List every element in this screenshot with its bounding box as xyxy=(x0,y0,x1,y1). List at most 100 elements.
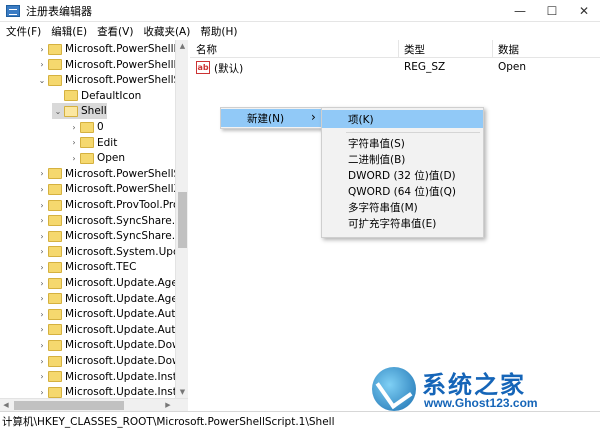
menu-favorites[interactable]: 收藏夹(A) xyxy=(139,24,194,39)
tree-item-label: Microsoft.TEC xyxy=(65,261,137,274)
window-title: 注册表编辑器 xyxy=(26,4,92,18)
folder-icon xyxy=(48,293,62,305)
tree-item[interactable]: › Open xyxy=(68,150,125,166)
collapse-arrow-icon[interactable]: › xyxy=(36,310,48,319)
menu-edit[interactable]: 编辑(E) xyxy=(47,24,91,39)
tree-item[interactable]: › Microsoft.Update.AutoU xyxy=(36,306,188,322)
submenu-item-multi-string-value[interactable]: 多字符串值(M) xyxy=(322,199,483,215)
menu-help[interactable]: 帮助(H) xyxy=(196,24,241,39)
folder-icon xyxy=(48,261,62,273)
submenu-item-qword-value[interactable]: QWORD (64 位)值(Q) xyxy=(322,183,483,199)
collapse-arrow-icon[interactable]: › xyxy=(36,232,48,241)
collapse-arrow-icon[interactable]: › xyxy=(36,357,48,366)
collapse-arrow-icon[interactable]: › xyxy=(36,325,48,334)
submenu-item-expandable-string-value[interactable]: 可扩充字符串值(E) xyxy=(322,215,483,231)
tree-item-label: Microsoft.Update.AutoU xyxy=(65,308,188,321)
tree-item[interactable]: › Microsoft.Update.Install xyxy=(36,384,188,398)
scroll-thumb[interactable] xyxy=(178,192,187,248)
folder-icon xyxy=(48,74,62,86)
collapse-arrow-icon[interactable]: › xyxy=(36,201,48,210)
folder-icon xyxy=(80,137,94,149)
tree-item-label: Microsoft.Update.Agent xyxy=(65,277,188,289)
folder-icon xyxy=(64,90,78,102)
registry-editor-icon xyxy=(6,4,20,17)
submenu-item-binary-value[interactable]: 二进制值(B) xyxy=(322,151,483,167)
tree-item-label: Microsoft.SyncShare.Syr xyxy=(65,214,188,227)
tree-item[interactable]: › Microsoft.PowerShellXM xyxy=(36,181,187,197)
scroll-up-icon[interactable]: ▲ xyxy=(176,40,189,52)
tree-item[interactable]: › Microsoft.TEC xyxy=(36,259,137,275)
watermark-url: www.Ghost123.com xyxy=(424,396,538,410)
menu-view[interactable]: 查看(V) xyxy=(93,24,137,39)
column-header-name[interactable]: 名称 xyxy=(196,42,217,57)
tree-item[interactable]: › Microsoft.PowerShellDa xyxy=(36,41,187,57)
submenu-item-key[interactable]: 项(K) xyxy=(322,110,483,128)
tree-item[interactable]: ⌄ Shell xyxy=(52,103,107,120)
submenu-arrow-icon: › xyxy=(311,110,316,124)
tree-item[interactable]: › Microsoft.Update.Install xyxy=(36,369,188,385)
collapse-arrow-icon[interactable]: › xyxy=(36,247,48,256)
column-header-data[interactable]: 数据 xyxy=(498,42,519,57)
tree-item[interactable]: › Microsoft.Update.AutoU xyxy=(36,322,187,338)
minimize-button[interactable]: — xyxy=(504,0,536,22)
collapse-arrow-icon[interactable]: › xyxy=(36,279,48,288)
horizontal-scroll-thumb[interactable] xyxy=(14,401,124,410)
tree-item-label: Microsoft.Update.Install xyxy=(65,386,188,398)
collapse-arrow-icon[interactable]: › xyxy=(36,263,48,272)
menu-file[interactable]: 文件(F) xyxy=(2,24,45,39)
expand-arrow-icon[interactable]: ⌄ xyxy=(36,76,48,85)
tree-item[interactable]: ⌄ Microsoft.PowerShellScr xyxy=(36,72,187,88)
collapse-arrow-icon[interactable]: › xyxy=(36,185,48,194)
collapse-arrow-icon[interactable]: › xyxy=(36,216,48,225)
tree-item-label: Microsoft.System.Updat xyxy=(65,245,188,258)
value-type: REG_SZ xyxy=(404,61,446,73)
tree-item[interactable]: › Microsoft.System.Updat xyxy=(36,244,188,260)
collapse-arrow-icon[interactable]: › xyxy=(36,45,48,54)
submenu-item-string-value[interactable]: 字符串值(S) xyxy=(322,135,483,151)
scroll-down-icon[interactable]: ▼ xyxy=(176,386,189,398)
registry-tree[interactable]: › Microsoft.PowerShellDa › Microsoft.PowerS… xyxy=(0,40,188,398)
column-header-type[interactable]: 类型 xyxy=(404,42,425,57)
tree-horizontal-scrollbar[interactable]: ◀ ▶ xyxy=(0,398,188,411)
collapse-arrow-icon[interactable]: › xyxy=(68,154,80,163)
column-divider[interactable] xyxy=(398,40,399,58)
folder-icon xyxy=(48,183,62,195)
folder-icon xyxy=(48,199,62,211)
collapse-arrow-icon[interactable]: › xyxy=(36,341,48,350)
tree-item-label: Microsoft.Update.Down xyxy=(65,339,188,352)
tree-item[interactable]: DefaultIcon xyxy=(52,88,141,104)
collapse-arrow-icon[interactable]: › xyxy=(36,372,48,381)
tree-item-label: Microsoft.Update.Install xyxy=(65,370,188,383)
tree-item[interactable]: › Microsoft.ProvTool.Prov xyxy=(36,197,185,213)
tree-item[interactable]: › Microsoft.Update.Agent xyxy=(36,291,187,307)
tree-item[interactable]: › Microsoft.PowerShellSes xyxy=(36,166,187,182)
collapse-arrow-icon[interactable]: › xyxy=(68,123,80,132)
collapse-arrow-icon[interactable]: › xyxy=(36,169,48,178)
value-row[interactable]: ab (默认) REG_SZ Open xyxy=(190,60,600,76)
collapse-arrow-icon[interactable]: › xyxy=(36,388,48,397)
tree-item[interactable]: › Microsoft.PowerShellMc xyxy=(36,57,187,73)
folder-icon xyxy=(48,324,62,336)
tree-item[interactable]: › Edit xyxy=(68,135,117,151)
collapse-arrow-icon[interactable]: › xyxy=(36,60,48,69)
close-button[interactable]: ✕ xyxy=(568,0,600,22)
tree-item[interactable]: › Microsoft.Update.Down xyxy=(36,337,187,353)
new-menu-item[interactable]: 新建(N) › xyxy=(221,109,321,127)
submenu-item-dword-value[interactable]: DWORD (32 位)值(D) xyxy=(322,167,483,183)
column-divider[interactable] xyxy=(492,40,493,58)
expand-arrow-icon[interactable]: ⌄ xyxy=(52,107,64,116)
folder-icon xyxy=(80,121,94,133)
collapse-arrow-icon[interactable]: › xyxy=(36,294,48,303)
tree-item-label: DefaultIcon xyxy=(81,89,142,102)
tree-vertical-scrollbar[interactable]: ▲ ▼ xyxy=(175,40,188,398)
tree-item[interactable]: › 0 xyxy=(68,119,103,135)
tree-item[interactable]: › Microsoft.Update.Agent xyxy=(36,275,188,291)
tree-item-label: Open xyxy=(97,152,126,165)
tree-item[interactable]: › Microsoft.SyncShare.Syr xyxy=(36,228,187,244)
tree-item[interactable]: › Microsoft.Update.Down xyxy=(36,353,187,369)
collapse-arrow-icon[interactable]: › xyxy=(68,138,80,147)
maximize-button[interactable]: ☐ xyxy=(536,0,568,22)
folder-icon xyxy=(48,308,62,320)
tree-item[interactable]: › Microsoft.SyncShare.Syr xyxy=(36,213,188,229)
value-data: Open xyxy=(498,61,527,73)
